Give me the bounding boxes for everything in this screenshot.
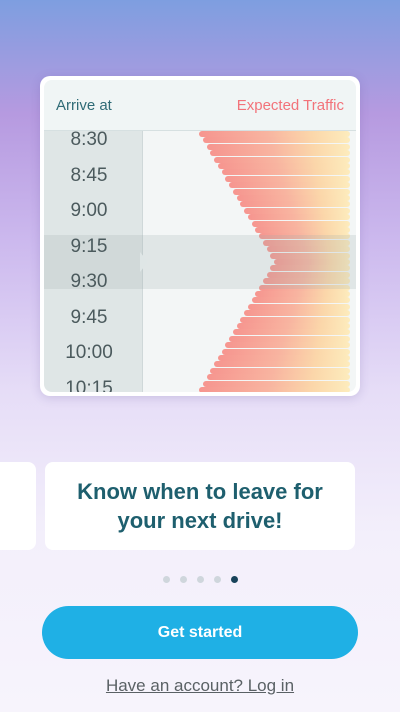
page-dot[interactable]: [162, 576, 170, 583]
traffic-bar: [214, 156, 350, 163]
traffic-bar: [255, 291, 350, 297]
page-dot[interactable]: [213, 576, 221, 583]
traffic-bar: [251, 220, 350, 227]
traffic-bar: [214, 361, 350, 368]
previous-slide-peek[interactable]: [0, 462, 36, 550]
traffic-bar: [244, 310, 350, 317]
traffic-bar: [210, 150, 350, 157]
traffic-bar: [232, 188, 350, 195]
traffic-bar: [225, 342, 350, 349]
get-started-button[interactable]: Get started: [42, 606, 358, 659]
arrive-at-label: Arrive at: [56, 97, 112, 114]
traffic-bar: [247, 303, 350, 310]
time-label: 8:45: [70, 164, 108, 186]
traffic-bar: [255, 227, 350, 233]
onboarding-slide: Know when to leave for your next drive!: [45, 462, 355, 550]
traffic-bar: [217, 163, 350, 169]
time-label: 9:30: [70, 271, 108, 292]
traffic-bar: [229, 335, 350, 342]
page-dot[interactable]: [196, 576, 204, 583]
traffic-bar: [217, 355, 350, 361]
traffic-bar: [221, 169, 350, 176]
page-dot-active[interactable]: [230, 576, 238, 583]
time-label: 9:15: [70, 235, 108, 257]
traffic-bar: [236, 195, 350, 201]
traffic-bar: [221, 348, 350, 355]
traffic-bar: [229, 182, 350, 189]
traffic-preview-content: Arrive at Expected Traffic 8:30 8:45 9:00 9…: [44, 80, 356, 392]
onboarding-message: Know when to leave for your next drive!: [77, 479, 323, 533]
traffic-bar: [240, 201, 350, 208]
traffic-bar: [206, 374, 350, 381]
traffic-bar: [210, 367, 350, 374]
traffic-bar: [236, 323, 350, 329]
page-indicator: [0, 576, 400, 583]
traffic-bar: [240, 316, 350, 323]
time-label: 9:00: [70, 200, 108, 221]
login-link[interactable]: Have an account? Log in: [0, 676, 400, 696]
traffic-bar: [251, 297, 350, 304]
expected-traffic-label: Expected Traffic: [236, 97, 344, 114]
time-pointer-notch: [140, 252, 148, 272]
traffic-bar: [202, 137, 350, 144]
traffic-bar: [244, 207, 350, 214]
traffic-bar: [232, 329, 350, 336]
preview-header: Arrive at Expected Traffic: [44, 80, 356, 131]
traffic-bar: [247, 214, 350, 221]
page-dot[interactable]: [179, 576, 187, 583]
traffic-bar: [202, 380, 350, 387]
time-label: 9:45: [70, 306, 108, 328]
time-label: 10:00: [65, 342, 113, 363]
traffic-bar: [199, 131, 350, 137]
time-label: 8:30: [70, 129, 108, 150]
traffic-bar: [199, 387, 350, 392]
traffic-bar: [225, 175, 350, 182]
traffic-bar: [206, 143, 350, 150]
traffic-preview-card: Arrive at Expected Traffic 8:30 8:45 9:00 9…: [40, 76, 360, 396]
time-label: 10:15: [65, 377, 113, 393]
